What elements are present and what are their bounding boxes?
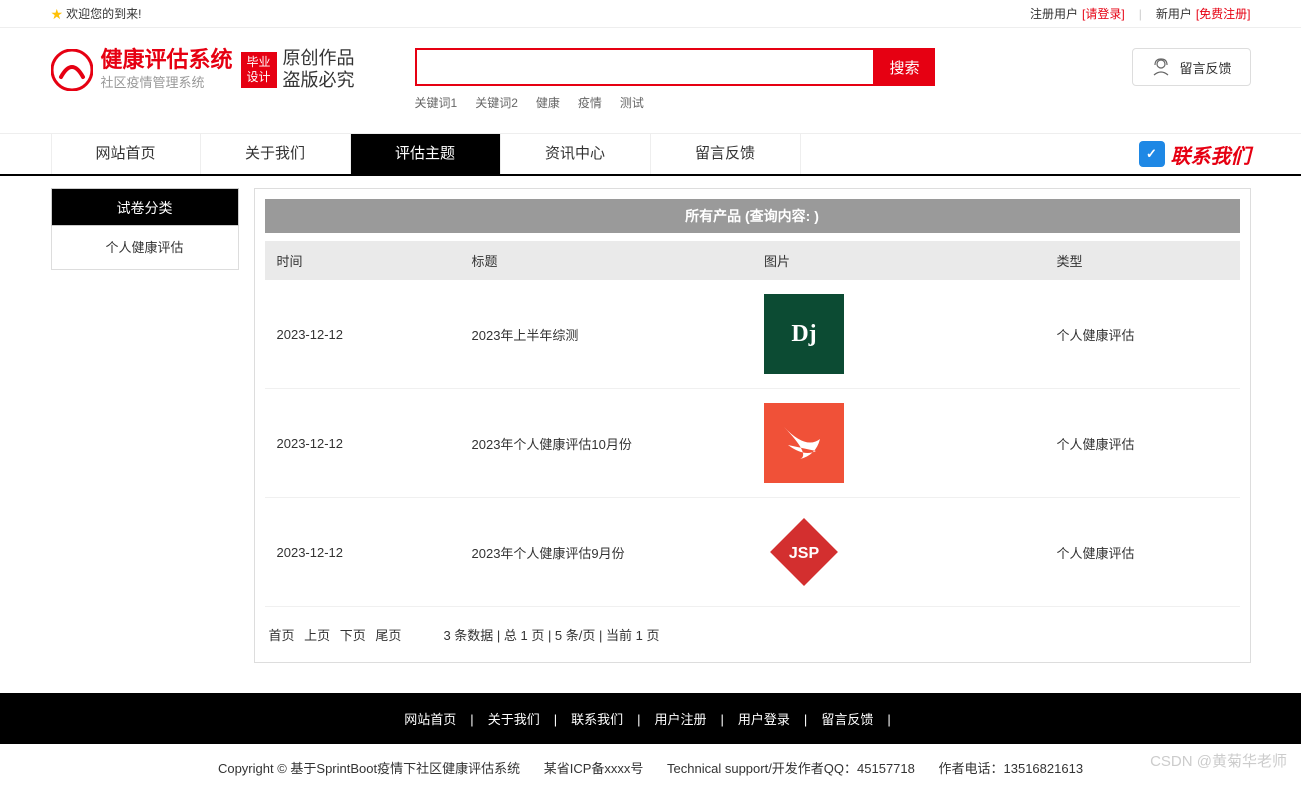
nav-wrap: 网站首页关于我们评估主题资讯中心留言反馈 ✓ 联系我们: [0, 133, 1301, 176]
main: 试卷分类 个人健康评估 所有产品 (查询内容: ) 时间标题图片类型 2023-…: [51, 176, 1251, 693]
keyword-link[interactable]: 测试: [620, 96, 644, 110]
author-phone: 作者电话：13516821613: [939, 761, 1084, 776]
login-link[interactable]: [请登录]: [1082, 0, 1125, 28]
cell-type: 个人健康评估: [1045, 389, 1240, 498]
feedback-button[interactable]: 留言反馈: [1132, 48, 1250, 86]
cell-image: Dj: [752, 280, 1045, 389]
cell-date: 2023-12-12: [265, 389, 460, 498]
cell-type: 个人健康评估: [1045, 498, 1240, 607]
topbar-left: ★ 欢迎您的到来!: [51, 0, 142, 28]
copyright: Copyright © 基于SprintBoot疫情下社区健康评估系统: [218, 761, 520, 776]
search-input[interactable]: [415, 48, 875, 86]
search-button[interactable]: 搜索: [875, 48, 935, 86]
logo-area[interactable]: 健康评估系统 社区疫情管理系统 毕业 设计 原创作品 盗版必究: [51, 48, 355, 91]
thumbnail-dj: Dj: [764, 294, 844, 374]
page-prev[interactable]: 上页: [304, 628, 330, 643]
header: 健康评估系统 社区疫情管理系统 毕业 设计 原创作品 盗版必究 搜索 关键词1关…: [0, 28, 1301, 121]
nav-item[interactable]: 资讯中心: [501, 134, 651, 174]
table-row[interactable]: 2023-12-122023年个人健康评估10月份 个人健康评估: [265, 389, 1240, 498]
tech-support: Technical support/开发作者QQ：45157718: [667, 761, 915, 776]
page-first[interactable]: 首页: [269, 628, 295, 643]
nav: 网站首页关于我们评估主题资讯中心留言反馈 ✓ 联系我们: [51, 134, 1251, 174]
content: 所有产品 (查询内容: ) 时间标题图片类型 2023-12-122023年上半…: [254, 188, 1251, 663]
badge-text: 原创作品 盗版必究: [283, 48, 355, 91]
footer-link[interactable]: 关于我们: [488, 712, 540, 727]
table-header: 图片: [752, 241, 1045, 280]
thumbnail-jsp: JSP: [764, 512, 844, 592]
footer-link[interactable]: 网站首页: [404, 712, 456, 727]
cell-title: 2023年个人健康评估10月份: [460, 389, 753, 498]
contact-us[interactable]: ✓ 联系我们: [1139, 140, 1251, 169]
welcome-text: 欢迎您的到来!: [66, 0, 141, 28]
nav-item[interactable]: 关于我们: [201, 134, 351, 174]
search-area: 搜索 关键词1 关键词2 健康 疫情 测试: [415, 48, 1133, 111]
footer-info: Copyright © 基于SprintBoot疫情下社区健康评估系统 某省IC…: [0, 744, 1301, 791]
cell-type: 个人健康评估: [1045, 280, 1240, 389]
check-icon: ✓: [1139, 141, 1165, 167]
logo-subtitle: 社区疫情管理系统: [101, 72, 233, 91]
cell-title: 2023年个人健康评估9月份: [460, 498, 753, 607]
cell-image: JSP: [752, 498, 1045, 607]
keyword-link[interactable]: 疫情: [578, 96, 602, 110]
sidebar-head: 试卷分类: [51, 188, 239, 226]
keywords: 关键词1 关键词2 健康 疫情 测试: [415, 94, 1133, 111]
sidebar: 试卷分类 个人健康评估: [51, 188, 239, 663]
keyword-link[interactable]: 关键词1: [415, 96, 458, 110]
badge-box: 毕业 设计 原创作品 盗版必究: [241, 48, 355, 91]
table-row[interactable]: 2023-12-122023年个人健康评估9月份 JSP 个人健康评估: [265, 498, 1240, 607]
cell-date: 2023-12-12: [265, 498, 460, 607]
svg-text:JSP: JSP: [789, 545, 820, 562]
cell-title: 2023年上半年综测: [460, 280, 753, 389]
feedback-label: 留言反馈: [1179, 58, 1231, 77]
thumbnail-swift: [764, 403, 844, 483]
footer-link[interactable]: 用户登录: [738, 712, 790, 727]
headset-icon: [1151, 57, 1171, 77]
table-header: 时间: [265, 241, 460, 280]
table-header: 类型: [1045, 241, 1240, 280]
register-link[interactable]: [免费注册]: [1196, 0, 1251, 28]
icp: 某省ICP备xxxx号: [544, 761, 644, 776]
registered-user-label: 注册用户: [1030, 0, 1078, 28]
badge-red: 毕业 设计: [241, 52, 277, 88]
pager-info: 3 条数据 | 总 1 页 | 5 条/页 | 当前 1 页: [443, 625, 659, 644]
new-user-label: 新用户: [1156, 0, 1192, 28]
table-row[interactable]: 2023-12-122023年上半年综测Dj 个人健康评估: [265, 280, 1240, 389]
topbar-right: 注册用户 [请登录] | 新用户 [免费注册]: [1030, 0, 1251, 28]
sidebar-item[interactable]: 个人健康评估: [51, 226, 239, 270]
cell-date: 2023-12-12: [265, 280, 460, 389]
topbar: ★ 欢迎您的到来! 注册用户 [请登录] | 新用户 [免费注册]: [0, 0, 1301, 28]
page-next[interactable]: 下页: [340, 628, 366, 643]
star-icon: ★: [51, 0, 64, 28]
data-table: 时间标题图片类型 2023-12-122023年上半年综测Dj个人健康评估202…: [265, 241, 1240, 607]
nav-item[interactable]: 网站首页: [51, 134, 201, 174]
footer-link[interactable]: 留言反馈: [821, 712, 873, 727]
footer-links: 网站首页|关于我们|联系我们|用户注册|用户登录|留言反馈|: [0, 693, 1301, 744]
separator: |: [1139, 0, 1142, 28]
keyword-link[interactable]: 健康: [536, 96, 560, 110]
nav-item[interactable]: 留言反馈: [651, 134, 801, 174]
footer-link[interactable]: 联系我们: [571, 712, 623, 727]
cell-image: [752, 389, 1045, 498]
pager-links: 首页 上页 下页 尾页: [269, 625, 408, 644]
content-head: 所有产品 (查询内容: ): [265, 199, 1240, 233]
table-header: 标题: [460, 241, 753, 280]
pager: 首页 上页 下页 尾页 3 条数据 | 总 1 页 | 5 条/页 | 当前 1…: [265, 607, 1240, 652]
nav-item[interactable]: 评估主题: [351, 134, 501, 174]
logo-icon: [51, 49, 93, 91]
logo-title: 健康评估系统: [101, 48, 233, 72]
keyword-link[interactable]: 关键词2: [475, 96, 518, 110]
footer-link[interactable]: 用户注册: [655, 712, 707, 727]
contact-text: 联系我们: [1171, 140, 1251, 169]
page-last[interactable]: 尾页: [375, 628, 401, 643]
